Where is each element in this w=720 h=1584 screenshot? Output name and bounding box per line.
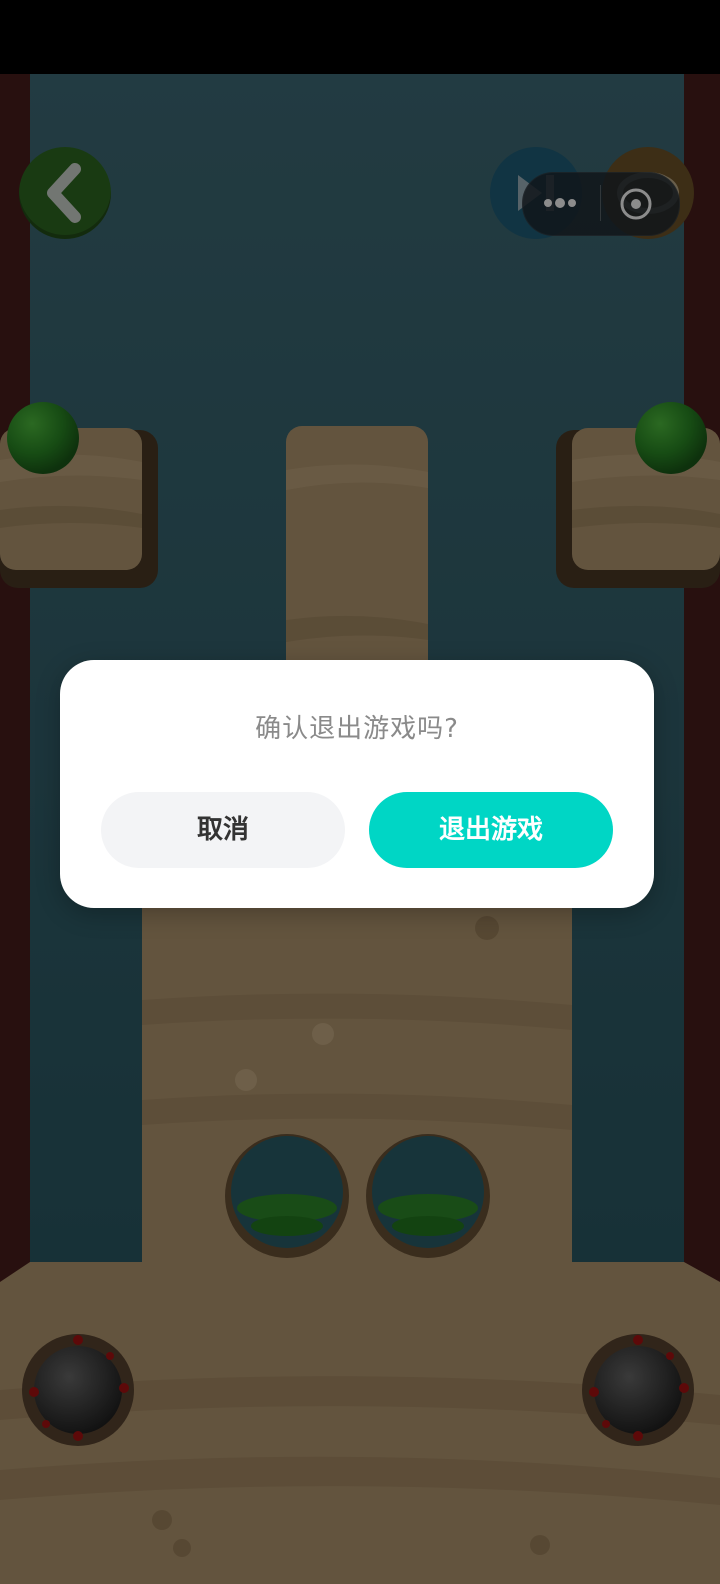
dialog-title: 确认退出游戏吗? [255,714,459,744]
exit-game-button[interactable]: 退出游戏 [369,792,613,868]
cancel-button[interactable]: 取消 [101,792,345,868]
exit-confirm-dialog: 确认退出游戏吗? 取消 退出游戏 [60,660,654,908]
